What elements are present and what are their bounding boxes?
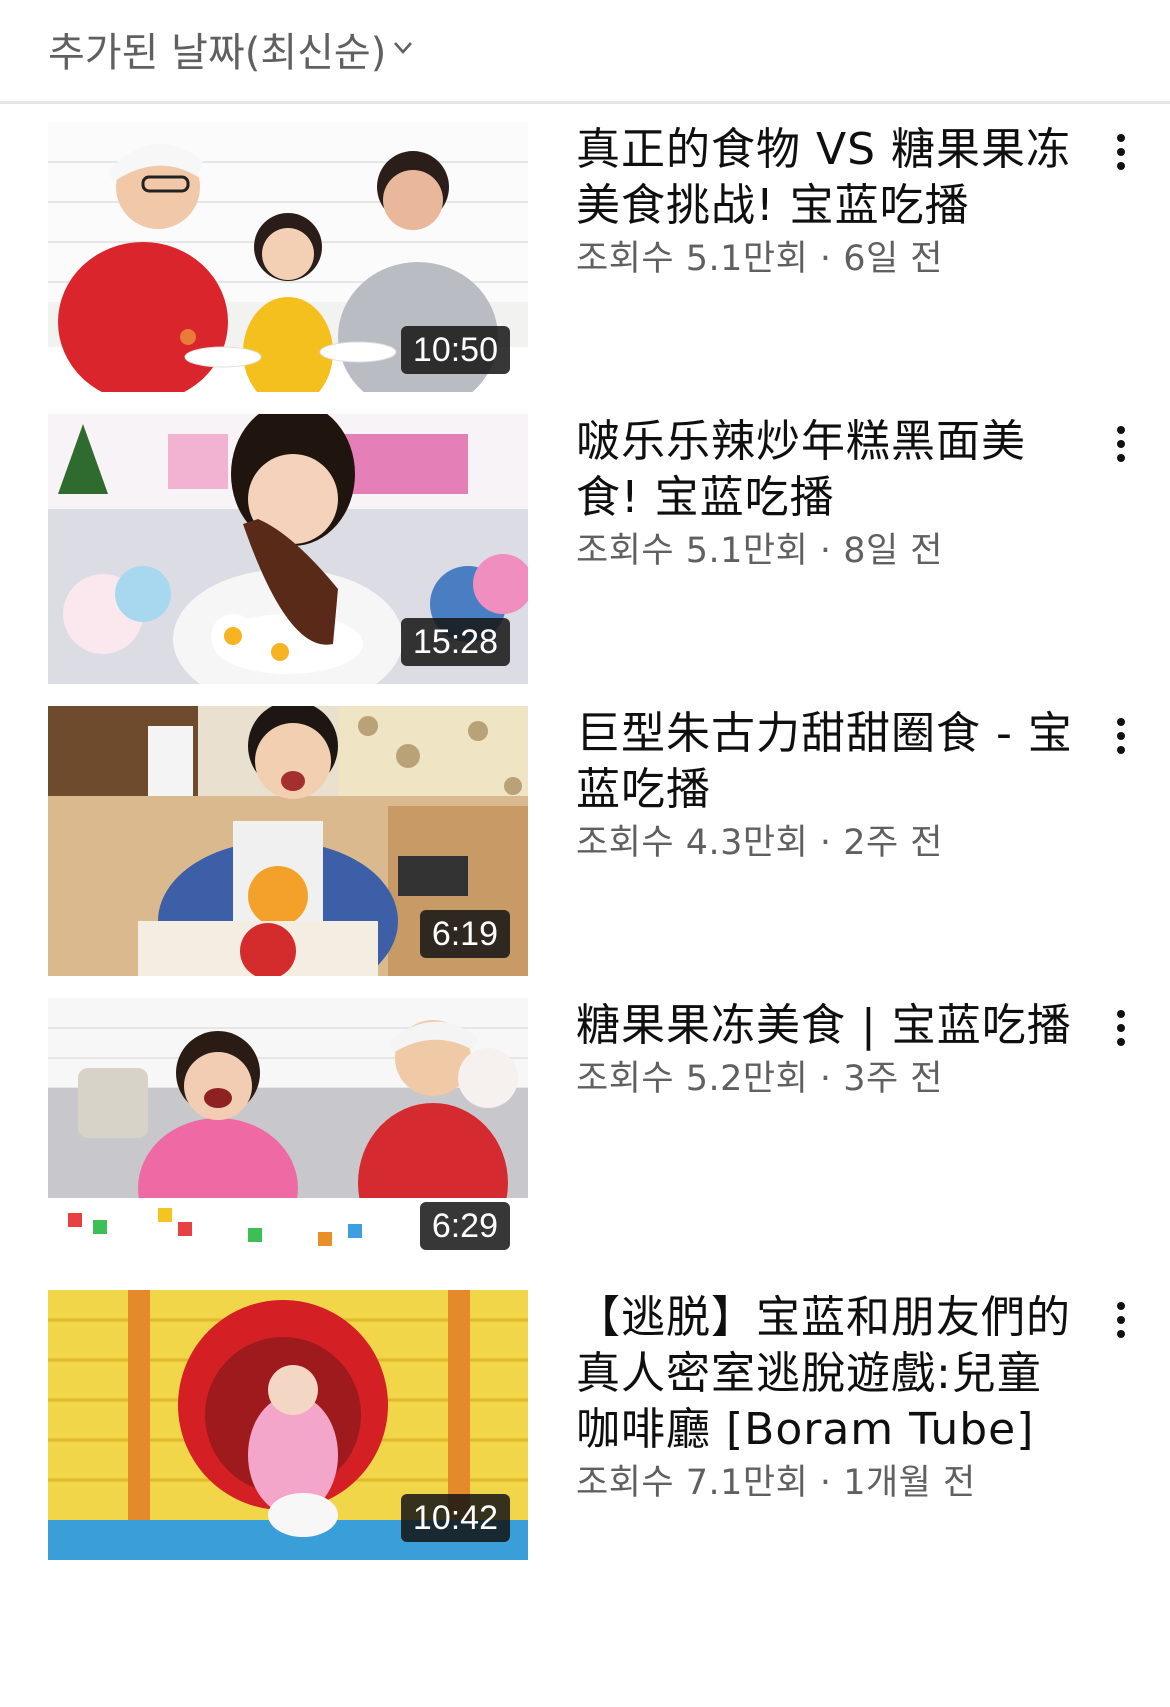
video-title[interactable]: 啵乐乐辣炒年糕黑面美食! 宝蓝吃播 xyxy=(576,414,1076,526)
more-options-icon[interactable] xyxy=(1110,1010,1132,1054)
video-item[interactable]: 10:42 【逃脱】宝蓝和朋友們的真人密室逃脫遊戲:兒童咖啡廳 [Boram T… xyxy=(0,1290,1170,1560)
video-meta: 조회수 7.1만회 · 1개월 전 xyxy=(576,1460,1076,1506)
video-title-block[interactable]: 真正的食物 VS 糖果果冻美食挑战! 宝蓝吃播 조회수 5.1만회 · 6일 전 xyxy=(576,122,1076,282)
video-duration: 6:19 xyxy=(419,910,510,958)
upload-age: 6일 전 xyxy=(843,239,943,279)
video-thumbnail[interactable]: 6:19 xyxy=(48,706,528,976)
chevron-down-icon[interactable] xyxy=(393,38,413,58)
video-title-block[interactable]: 巨型朱古力甜甜圈食 - 宝蓝吃播 조회수 4.3만회 · 2주 전 xyxy=(576,706,1076,866)
video-thumbnail[interactable]: 6:29 xyxy=(48,998,528,1268)
video-item[interactable]: 10:50 真正的食物 VS 糖果果冻美食挑战! 宝蓝吃播 조회수 5.1만회 … xyxy=(0,122,1170,392)
video-thumbnail[interactable]: 10:42 xyxy=(48,1290,528,1560)
upload-age: 8일 전 xyxy=(843,531,943,571)
video-title-block[interactable]: 糖果果冻美食 | 宝蓝吃播 조회수 5.2만회 · 3주 전 xyxy=(576,998,1076,1102)
video-meta: 조회수 4.3만회 · 2주 전 xyxy=(576,820,1076,866)
more-options-icon[interactable] xyxy=(1110,426,1132,470)
video-duration: 10:42 xyxy=(400,1494,510,1542)
video-item[interactable]: 6:29 糖果果冻美食 | 宝蓝吃播 조회수 5.2만회 · 3주 전 xyxy=(0,998,1170,1268)
meta-separator: · xyxy=(808,823,844,863)
video-title-block[interactable]: 【逃脱】宝蓝和朋友們的真人密室逃脫遊戲:兒童咖啡廳 [Boram Tube] 조… xyxy=(576,1290,1076,1506)
video-duration: 6:29 xyxy=(419,1202,510,1250)
view-count: 조회수 7.1만회 xyxy=(576,1463,809,1503)
video-meta: 조회수 5.1만회 · 6일 전 xyxy=(576,236,1076,282)
meta-separator: · xyxy=(808,239,844,279)
video-title-block[interactable]: 啵乐乐辣炒年糕黑面美食! 宝蓝吃播 조회수 5.1만회 · 8일 전 xyxy=(576,414,1076,574)
video-title[interactable]: 巨型朱古力甜甜圈食 - 宝蓝吃播 xyxy=(576,706,1076,818)
video-title[interactable]: 【逃脱】宝蓝和朋友們的真人密室逃脫遊戲:兒童咖啡廳 [Boram Tube] xyxy=(576,1290,1076,1458)
video-item[interactable]: 6:19 巨型朱古力甜甜圈食 - 宝蓝吃播 조회수 4.3만회 · 2주 전 xyxy=(0,706,1170,976)
more-options-icon[interactable] xyxy=(1110,134,1132,178)
video-thumbnail[interactable]: 10:50 xyxy=(48,122,528,392)
video-meta: 조회수 5.1만회 · 8일 전 xyxy=(576,528,1076,574)
video-meta: 조회수 5.2만회 · 3주 전 xyxy=(576,1056,1076,1102)
meta-separator: · xyxy=(808,1463,844,1503)
upload-age: 1개월 전 xyxy=(843,1463,976,1503)
sort-dropdown-label[interactable]: 추가된 날짜(최신순) xyxy=(48,20,386,78)
video-duration: 15:28 xyxy=(400,618,510,666)
video-title[interactable]: 糖果果冻美食 | 宝蓝吃播 xyxy=(576,998,1076,1054)
video-title[interactable]: 真正的食物 VS 糖果果冻美食挑战! 宝蓝吃播 xyxy=(576,122,1076,234)
meta-separator: · xyxy=(808,1059,844,1099)
view-count: 조회수 5.2만회 xyxy=(576,1059,809,1099)
upload-age: 2주 전 xyxy=(843,823,943,863)
video-duration: 10:50 xyxy=(400,326,510,374)
view-count: 조회수 4.3만회 xyxy=(576,823,809,863)
view-count: 조회수 5.1만회 xyxy=(576,531,809,571)
sort-bar[interactable]: 추가된 날짜(최신순) xyxy=(0,0,1170,104)
upload-age: 3주 전 xyxy=(843,1059,943,1099)
meta-separator: · xyxy=(808,531,844,571)
video-thumbnail[interactable]: 15:28 xyxy=(48,414,528,684)
view-count: 조회수 5.1만회 xyxy=(576,239,809,279)
video-item[interactable]: 15:28 啵乐乐辣炒年糕黑面美食! 宝蓝吃播 조회수 5.1만회 · 8일 전 xyxy=(0,414,1170,684)
more-options-icon[interactable] xyxy=(1110,1302,1132,1346)
more-options-icon[interactable] xyxy=(1110,718,1132,762)
